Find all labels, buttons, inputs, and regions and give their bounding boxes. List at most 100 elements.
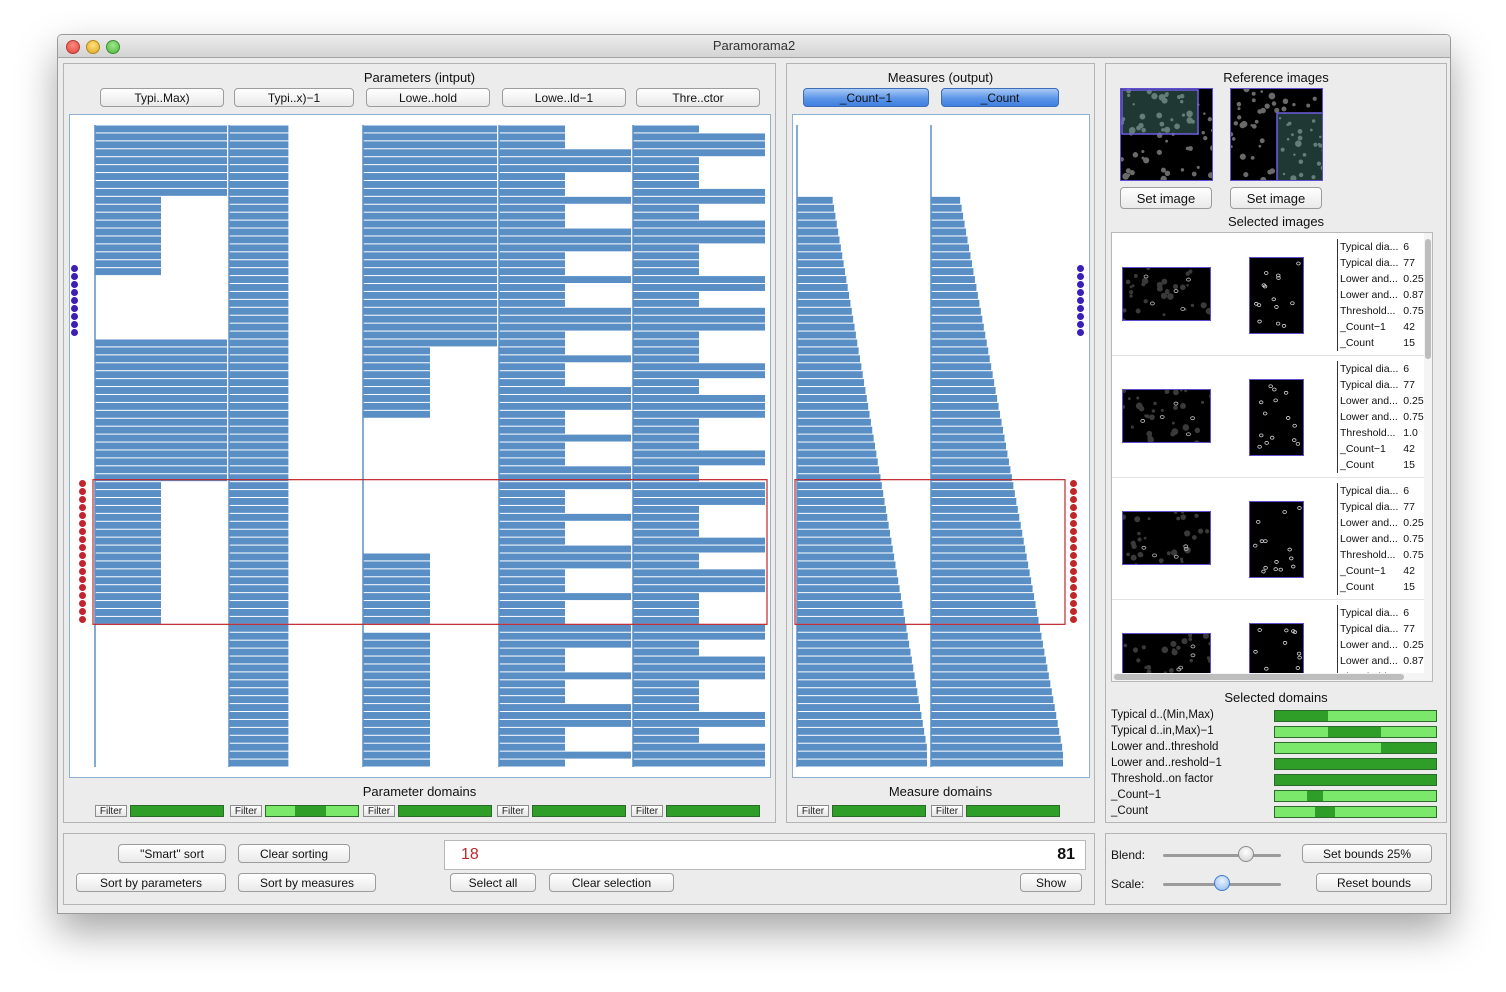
selected-domain-bar[interactable] — [1274, 742, 1437, 754]
horizontal-scrollbar[interactable] — [1112, 673, 1424, 681]
measures-plot[interactable] — [792, 114, 1090, 778]
images-panel: Reference images Set image Set image Sel… — [1105, 63, 1447, 823]
param-domain-2[interactable] — [265, 805, 359, 817]
measure-filter-2-button[interactable]: Filter — [931, 805, 963, 817]
measure-domain-1[interactable] — [832, 805, 926, 817]
item-values: Typical dia... 6 Typical dia... 77 Lower a… — [1337, 605, 1427, 681]
set-image-2-button[interactable]: Set image — [1230, 187, 1322, 209]
param-blue-markers — [71, 265, 79, 337]
set-bounds-button[interactable]: Set bounds 25% — [1302, 844, 1432, 863]
param-domain-1[interactable] — [130, 805, 224, 817]
selected-domain-row: _Count — [1111, 804, 1441, 820]
param-filter-1-button[interactable]: Filter — [95, 805, 127, 817]
selected-domain-label: Lower and..threshold — [1111, 741, 1219, 753]
clear-selection-button[interactable]: Clear selection — [549, 873, 674, 892]
selection-count-field: 18 81 — [444, 840, 1086, 870]
result-image-right — [1249, 257, 1304, 334]
parameters-plot[interactable] — [69, 114, 771, 778]
scale-slider-knob[interactable] — [1214, 875, 1230, 891]
sort-by-measures-button[interactable]: Sort by measures — [238, 873, 376, 892]
parameter-domains-title: Parameter domains — [362, 784, 477, 799]
param-filter-5-button[interactable]: Filter — [631, 805, 663, 817]
param-column-2-button[interactable]: Typi..x)−1 — [234, 88, 354, 107]
selected-domain-label: _Count — [1111, 805, 1149, 817]
selected-domain-bar[interactable] — [1274, 790, 1437, 802]
selected-domain-row: Typical d..in,Max)−1 — [1111, 724, 1441, 740]
selected-domain-label: _Count−1 — [1111, 789, 1162, 801]
show-button[interactable]: Show — [1020, 873, 1082, 892]
title-bar: Paramorama2 — [58, 35, 1450, 58]
clear-sorting-button[interactable]: Clear sorting — [238, 844, 350, 863]
list-item[interactable]: Typical dia... 6 Typical dia... 77 Lower a… — [1112, 599, 1432, 681]
measure-domains-title: Measure domains — [888, 784, 993, 799]
measure-column-1-button[interactable]: _Count−1 — [803, 88, 929, 107]
blend-slider-track[interactable] — [1163, 854, 1281, 857]
selected-images-list[interactable]: Typical dia... 6 Typical dia... 77 Lower a… — [1111, 232, 1433, 682]
window-title: Paramorama2 — [712, 38, 796, 53]
param-column-4-button[interactable]: Lowe..ld−1 — [502, 88, 626, 107]
selected-images-title: Selected images — [1227, 214, 1325, 229]
blend-controls-panel: Blend: Scale: Set bounds 25% Reset bound… — [1105, 833, 1447, 905]
list-item[interactable]: Typical dia... 6 Typical dia... 77 Lower a… — [1112, 355, 1432, 478]
param-domain-4[interactable] — [532, 805, 626, 817]
selected-domain-bar[interactable] — [1274, 726, 1437, 738]
param-column-3-button[interactable]: Lowe..hold — [366, 88, 490, 107]
param-column-5-button[interactable]: Thre..ctor — [636, 88, 760, 107]
measures-panel: Measures (output) _Count−1 _Count Measur… — [786, 63, 1095, 823]
param-column-1-button[interactable]: Typi..Max) — [100, 88, 224, 107]
reference-image-1[interactable] — [1120, 88, 1213, 181]
selected-domain-row: _Count−1 — [1111, 788, 1441, 804]
selected-domain-row: Lower and..reshold−1 — [1111, 756, 1441, 772]
selected-domain-bar[interactable] — [1274, 758, 1437, 770]
selected-domain-bar[interactable] — [1274, 774, 1437, 786]
param-domain-5[interactable] — [666, 805, 760, 817]
reference-images-title: Reference images — [1223, 70, 1329, 85]
param-domain-3[interactable] — [398, 805, 492, 817]
selected-domain-label: Lower and..reshold−1 — [1111, 757, 1222, 769]
sort-by-parameters-button[interactable]: Sort by parameters — [76, 873, 226, 892]
item-values: Typical dia... 6 Typical dia... 77 Lower a… — [1337, 361, 1427, 473]
select-all-button[interactable]: Select all — [450, 873, 536, 892]
result-image-right — [1249, 501, 1304, 578]
selected-domain-row: Lower and..threshold — [1111, 740, 1441, 756]
selected-count: 18 — [461, 846, 479, 863]
selected-domain-row: Threshold..on factor — [1111, 772, 1441, 788]
result-image-right — [1249, 379, 1304, 456]
list-item[interactable]: Typical dia... 6 Typical dia... 77 Lower a… — [1112, 233, 1432, 356]
list-item[interactable]: Typical dia... 6 Typical dia... 77 Lower a… — [1112, 477, 1432, 600]
selected-domain-bar[interactable] — [1274, 710, 1437, 722]
result-image-left — [1122, 267, 1211, 321]
selected-domains-title: Selected domains — [1224, 690, 1328, 705]
param-red-markers — [79, 480, 87, 624]
result-image-left — [1122, 389, 1211, 443]
selected-domain-label: Typical d..in,Max)−1 — [1111, 725, 1214, 737]
sort-controls-panel: "Smart" sort Clear sorting Sort by param… — [63, 833, 1095, 905]
parameters-panel: Parameters (intput) Typi..Max) Typi..x)−… — [63, 63, 776, 823]
scale-label: Scale: — [1111, 877, 1145, 891]
param-filter-4-button[interactable]: Filter — [497, 805, 529, 817]
set-image-1-button[interactable]: Set image — [1120, 187, 1212, 209]
selected-domain-bar[interactable] — [1274, 806, 1437, 818]
measure-domain-2[interactable] — [966, 805, 1060, 817]
result-image-left — [1122, 511, 1211, 565]
param-filter-2-button[interactable]: Filter — [230, 805, 262, 817]
total-count: 81 — [1057, 846, 1075, 863]
measure-column-2-button[interactable]: _Count — [941, 88, 1059, 107]
blend-label: Blend: — [1111, 848, 1146, 862]
param-filter-3-button[interactable]: Filter — [363, 805, 395, 817]
selected-domain-label: Typical d..(Min,Max) — [1111, 709, 1214, 721]
item-values: Typical dia... 6 Typical dia... 77 Lower a… — [1337, 483, 1427, 595]
selected-domain-label: Threshold..on factor — [1111, 773, 1214, 785]
measure-filter-1-button[interactable]: Filter — [797, 805, 829, 817]
blend-slider-knob[interactable] — [1237, 846, 1254, 862]
app-window: Paramorama2 Parameters (intput) Typi..Ma… — [57, 34, 1451, 914]
reset-bounds-button[interactable]: Reset bounds — [1316, 873, 1432, 892]
measure-blue-markers — [1077, 265, 1085, 337]
reference-image-2[interactable] — [1230, 88, 1323, 181]
smart-sort-button[interactable]: "Smart" sort — [118, 844, 226, 863]
measure-red-markers — [1070, 480, 1078, 624]
vertical-scrollbar[interactable] — [1424, 233, 1432, 681]
selected-domain-row: Typical d..(Min,Max) — [1111, 708, 1441, 724]
parameters-title: Parameters (intput) — [363, 70, 476, 85]
item-values: Typical dia... 6 Typical dia... 77 Lower a… — [1337, 239, 1427, 351]
